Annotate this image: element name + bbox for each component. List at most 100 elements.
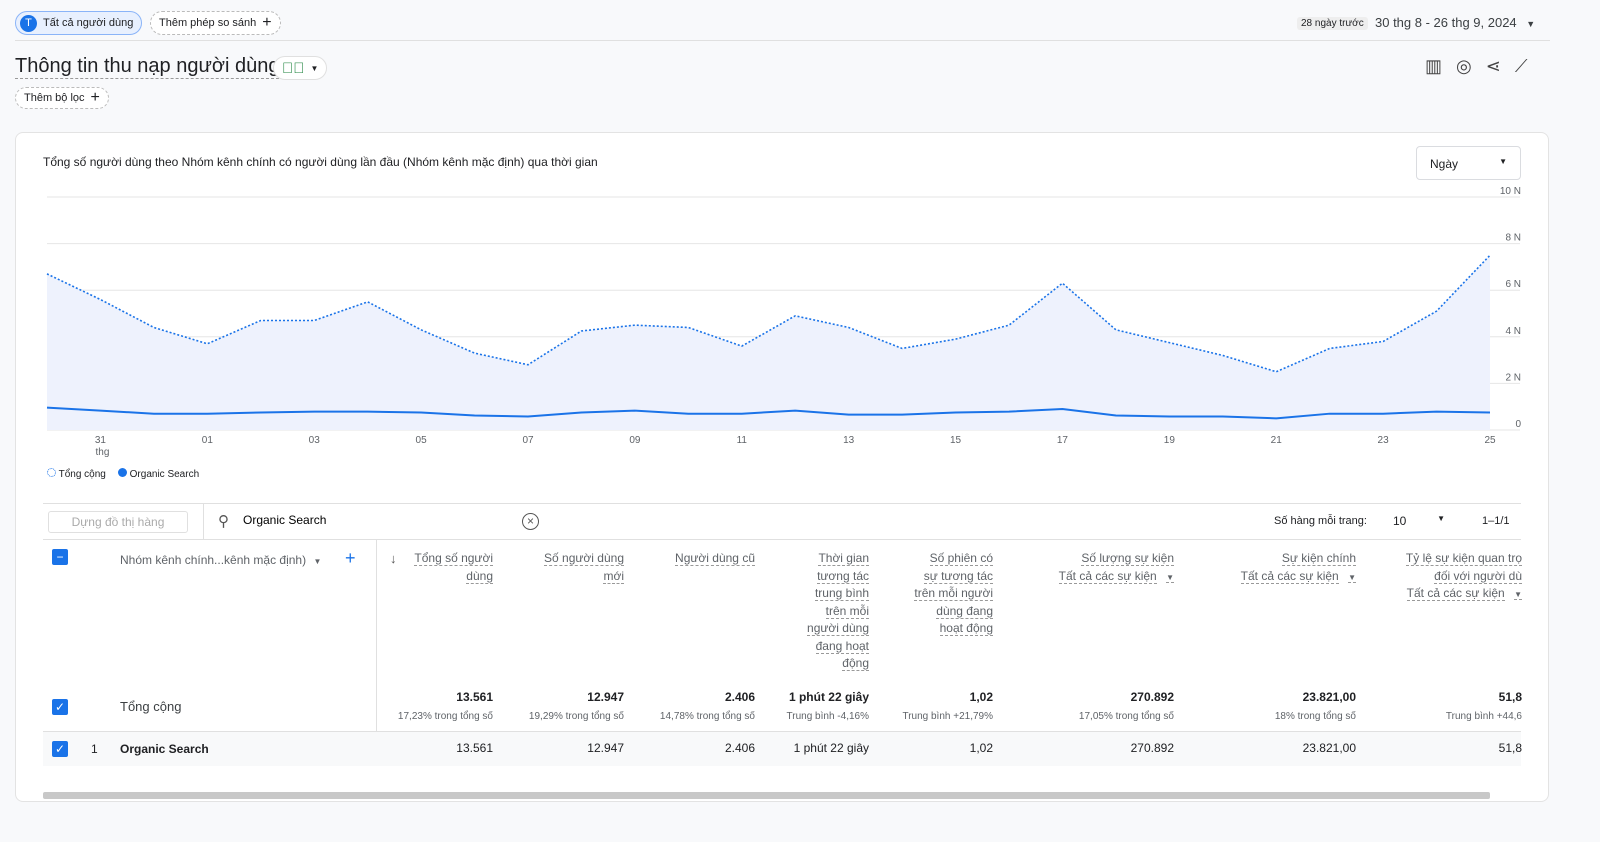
cell-value: 51,8 bbox=[1498, 741, 1522, 755]
total-value: 1,02 bbox=[969, 690, 993, 704]
select-all-checkbox[interactable]: − bbox=[52, 549, 68, 565]
search-icon: ⚲ bbox=[218, 513, 229, 530]
clear-search-icon[interactable]: × bbox=[522, 513, 539, 530]
x-tick-label: 09 bbox=[629, 435, 641, 446]
dropdown-icon: ▼ bbox=[313, 557, 322, 566]
total-subtext: 18% trong tổng số bbox=[1274, 711, 1356, 722]
dropdown-icon: ▼ bbox=[1166, 572, 1174, 583]
legend-label: Tổng cộng bbox=[58, 469, 106, 480]
plot-rows-button[interactable]: Dựng đồ thị hàng bbox=[48, 511, 188, 533]
event-filter[interactable]: Tất cả các sự kiện ▼ bbox=[1406, 585, 1522, 604]
x-tick-label: 21 bbox=[1271, 435, 1283, 446]
column-header-text: Số lượng sự kiện bbox=[1081, 551, 1174, 566]
cell-value: 23.821,00 bbox=[1302, 741, 1356, 755]
total-subtext: 19,29% trong tổng số bbox=[528, 711, 624, 722]
legend-organic[interactable]: Organic Search bbox=[117, 468, 200, 480]
column-header-text: Sự kiện chính bbox=[1281, 551, 1356, 566]
column-header-text: mới bbox=[603, 568, 624, 584]
total-subtext: 17,05% trong tổng số bbox=[1078, 711, 1174, 722]
rows-per-page-label: Số hàng mỗi trang: bbox=[1274, 515, 1367, 527]
column-header-text: dùng đang bbox=[936, 603, 993, 619]
horizontal-scrollbar[interactable] bbox=[43, 792, 1490, 799]
cell-value: 2.406 bbox=[724, 741, 755, 755]
rows-per-page-select[interactable]: 10 ▼ bbox=[1393, 514, 1445, 528]
column-header-text: trên mỗi bbox=[825, 603, 869, 619]
column-header[interactable]: Sự kiện chính Tất cả các sự kiện ▼ bbox=[1240, 550, 1356, 587]
x-tick-sublabel: thg bbox=[95, 447, 109, 458]
legend-total[interactable]: Tổng cộng bbox=[47, 468, 106, 480]
column-header-text: tương tác bbox=[817, 568, 869, 584]
pagination: 1–1/1 bbox=[1482, 515, 1510, 527]
x-tick-label: 05 bbox=[416, 435, 428, 446]
legend: Tổng cộng Organic Search bbox=[47, 468, 199, 480]
dropdown-icon: ▼ bbox=[1514, 590, 1522, 600]
x-tick-label: 23 bbox=[1378, 435, 1390, 446]
column-header[interactable]: Tổng số người dùng bbox=[414, 550, 493, 585]
dropdown-icon: ▼ bbox=[1348, 572, 1356, 583]
row-label: Organic Search bbox=[120, 742, 209, 756]
cell-value: 13.561 bbox=[456, 741, 493, 755]
y-tick-label: 0 bbox=[1515, 419, 1521, 430]
x-tick-label: 03 bbox=[309, 435, 321, 446]
event-filter-label: Tất cả các sự kiện bbox=[1240, 568, 1339, 584]
column-header-text: sự tương tác bbox=[923, 568, 993, 584]
event-filter-label: Tất cả các sự kiện bbox=[1406, 586, 1505, 601]
column-header[interactable]: Tỷ lệ sự kiện quan trọ đối với người dù Tấ… bbox=[1405, 550, 1522, 604]
total-value: 270.892 bbox=[1130, 690, 1174, 704]
column-header-text: Thời gian bbox=[818, 551, 869, 566]
search-input[interactable] bbox=[243, 513, 513, 527]
total-value: 13.561 bbox=[456, 690, 493, 704]
x-tick-label: 11 bbox=[737, 435, 748, 446]
x-tick-label: 15 bbox=[950, 435, 962, 446]
column-header-text: động bbox=[842, 656, 869, 671]
total-row-label: Tổng cộng bbox=[120, 699, 182, 714]
dimension-label: Nhóm kênh chính...kênh mặc định) bbox=[120, 553, 307, 567]
x-tick-label: 31 bbox=[95, 435, 107, 446]
cell-value: 1 phút 22 giây bbox=[793, 741, 869, 755]
column-header-text: đang hoạt bbox=[815, 638, 869, 654]
column-header-text: đối với người dù bbox=[1434, 568, 1522, 584]
column-header-text: trung bình bbox=[814, 586, 869, 601]
total-value: 23.821,00 bbox=[1302, 690, 1356, 704]
table-row bbox=[43, 731, 1521, 766]
total-row-checkbox[interactable]: ✓ bbox=[52, 699, 68, 715]
event-filter[interactable]: Tất cả các sự kiện ▼ bbox=[1058, 568, 1174, 587]
column-header[interactable]: Số lượng sự kiện Tất cả các sự kiện ▼ bbox=[1058, 550, 1174, 587]
total-subtext: 14,78% trong tổng số bbox=[659, 711, 755, 722]
event-filter[interactable]: Tất cả các sự kiện ▼ bbox=[1240, 568, 1356, 587]
divider bbox=[43, 503, 1521, 504]
total-subtext: Trung bình +44,6 bbox=[1445, 711, 1522, 722]
row-index: 1 bbox=[91, 742, 98, 756]
column-header-text: Số người dùng bbox=[544, 551, 624, 566]
y-tick-label: 8 N bbox=[1505, 233, 1521, 244]
x-tick-label: 07 bbox=[522, 435, 534, 446]
total-value: 12.947 bbox=[587, 690, 624, 704]
cell-value: 1,02 bbox=[969, 741, 993, 755]
column-header-text: người dùng bbox=[807, 621, 869, 636]
column-header-text: Tỷ lệ sự kiện quan trọ bbox=[1405, 551, 1522, 566]
total-subtext: 17,23% trong tổng số bbox=[397, 711, 493, 722]
event-filter-label: Tất cả các sự kiện bbox=[1058, 568, 1157, 584]
rows-per-page-value: 10 bbox=[1393, 514, 1407, 528]
column-header-text: Số phiên có bbox=[929, 551, 993, 566]
column-header[interactable]: Người dùng cũ bbox=[675, 550, 755, 568]
row-checkbox[interactable]: ✓ bbox=[52, 741, 68, 757]
column-header-text: dùng bbox=[466, 568, 493, 584]
cell-value: 12.947 bbox=[587, 741, 624, 755]
dimension-selector[interactable]: Nhóm kênh chính...kênh mặc định) ▼ bbox=[120, 553, 321, 567]
x-tick-label: 25 bbox=[1484, 435, 1496, 446]
column-header-text: trên mỗi người bbox=[914, 586, 993, 601]
add-dimension-button[interactable]: + bbox=[345, 548, 356, 569]
column-header[interactable]: Thời gian tương tác trung bình trên mỗi ngườ… bbox=[807, 550, 869, 673]
column-header[interactable]: Số phiên có sự tương tác trên mỗi người dùn… bbox=[914, 550, 993, 638]
x-tick-label: 17 bbox=[1057, 435, 1069, 446]
legend-label: Organic Search bbox=[129, 469, 200, 480]
column-header[interactable]: Số người dùng mới bbox=[544, 550, 624, 585]
column-header-text: Người dùng cũ bbox=[675, 551, 755, 566]
x-tick-label: 01 bbox=[202, 435, 214, 446]
total-value: 51,8 bbox=[1498, 690, 1522, 704]
total-subtext: Trung bình -4,16% bbox=[786, 711, 869, 722]
y-tick-label: 10 N bbox=[1500, 186, 1521, 197]
sort-desc-icon: ↓ bbox=[390, 551, 397, 566]
y-tick-label: 4 N bbox=[1505, 326, 1521, 337]
